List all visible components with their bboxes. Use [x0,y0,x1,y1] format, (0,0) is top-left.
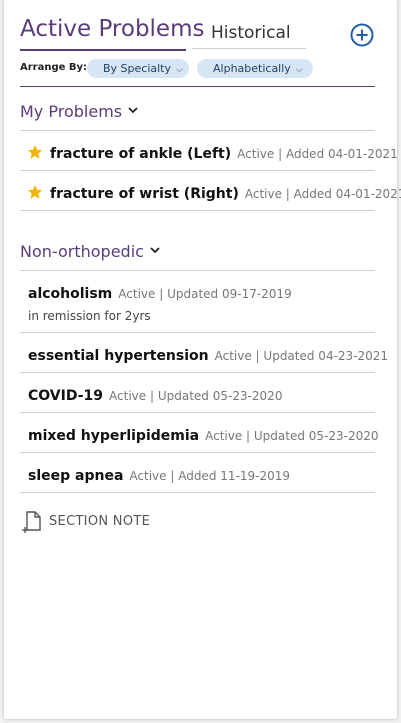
by-specialty-dropdown[interactable]: By Specialty ⌵ [87,59,189,78]
problem-line: sleep apnea Active | Added 11-19-2019 [28,465,290,484]
problem-row[interactable]: mixed hyperlipidemia Active | Updated 05-… [20,413,379,453]
problem-name: essential hypertension [28,348,209,364]
plus-circle-icon[interactable] [350,23,374,47]
section-non-orthopedic[interactable]: Non-orthopedic [20,230,375,271]
problem-row[interactable]: sleep apnea Active | Added 11-19-2019 [20,453,375,493]
problem-row[interactable]: COVID-19 Active | Updated 05-23-2020 [20,373,375,413]
problem-status: Active | Added 04-01-2021 [244,187,401,201]
tab-historical[interactable]: Historical [192,18,306,49]
tab-bar: Active Problems Historical [20,16,375,56]
problem-status: Active | Added 11-19-2019 [129,469,290,483]
problem-line: fracture of ankle (Left) Active | Added 0… [50,143,398,162]
section-my-problems[interactable]: My Problems [20,90,375,131]
by-specialty-label: By Specialty [103,62,172,75]
section-title: My Problems [20,102,138,121]
problem-status: Active | Added 04-01-2021 [237,147,398,161]
problem-status: Active | Updated 05-23-2020 [109,389,283,403]
problem-name: COVID-19 [28,388,104,404]
section-title: Non-orthopedic [20,242,160,261]
problem-row[interactable]: essential hypertension Active | Updated 0… [20,333,388,373]
note-add-icon [22,511,41,533]
section-note-label: SECTION NOTE [49,514,151,529]
problem-name: fracture of ankle (Left) [50,146,232,162]
problem-name: sleep apnea [28,468,124,484]
star-icon[interactable] [27,184,43,200]
section-title-text: My Problems [20,102,123,121]
problem-line: mixed hyperlipidemia Active | Updated 05-… [28,425,379,444]
problem-line: essential hypertension Active | Updated 0… [28,345,388,364]
problem-note: in remission for 2yrs [28,309,151,323]
star-icon[interactable] [27,144,43,160]
problem-name: alcoholism [28,286,113,302]
alphabetically-label: Alphabetically [213,62,291,75]
section-title-text: Non-orthopedic [20,242,144,261]
problem-status: Active | Updated 05-23-2020 [205,429,379,443]
tab-active-problems[interactable]: Active Problems [20,16,204,51]
problem-row[interactable]: alcoholism Active | Updated 09-17-2019 in… [20,271,375,333]
problems-panel: Active Problems Historical Arrange By: B… [4,0,401,719]
chevron-down-icon [150,247,160,254]
problem-line: fracture of wrist (Right) Active | Added … [50,183,401,202]
chevron-down-icon: ⌵ [295,65,303,75]
chevron-down-icon [128,107,138,114]
problem-name: mixed hyperlipidemia [28,428,200,444]
problem-status: Active | Updated 04-23-2021 [214,349,389,363]
problem-row[interactable]: fracture of ankle (Left) Active | Added 0… [20,131,398,171]
arrange-by-label: Arrange By: [20,62,88,73]
problem-line: alcoholism Active | Updated 09-17-2019 [28,283,292,302]
arrange-by-bar: Arrange By: By Specialty ⌵ Alphabetically… [20,58,375,87]
problem-line: COVID-19 Active | Updated 05-23-2020 [28,385,282,404]
problem-name: fracture of wrist (Right) [50,186,239,202]
problem-row[interactable]: fracture of wrist (Right) Active | Added … [20,171,401,211]
alphabetically-dropdown[interactable]: Alphabetically ⌵ [197,59,313,78]
problem-status: Active | Updated 09-17-2019 [118,287,292,301]
chevron-down-icon: ⌵ [176,65,183,75]
